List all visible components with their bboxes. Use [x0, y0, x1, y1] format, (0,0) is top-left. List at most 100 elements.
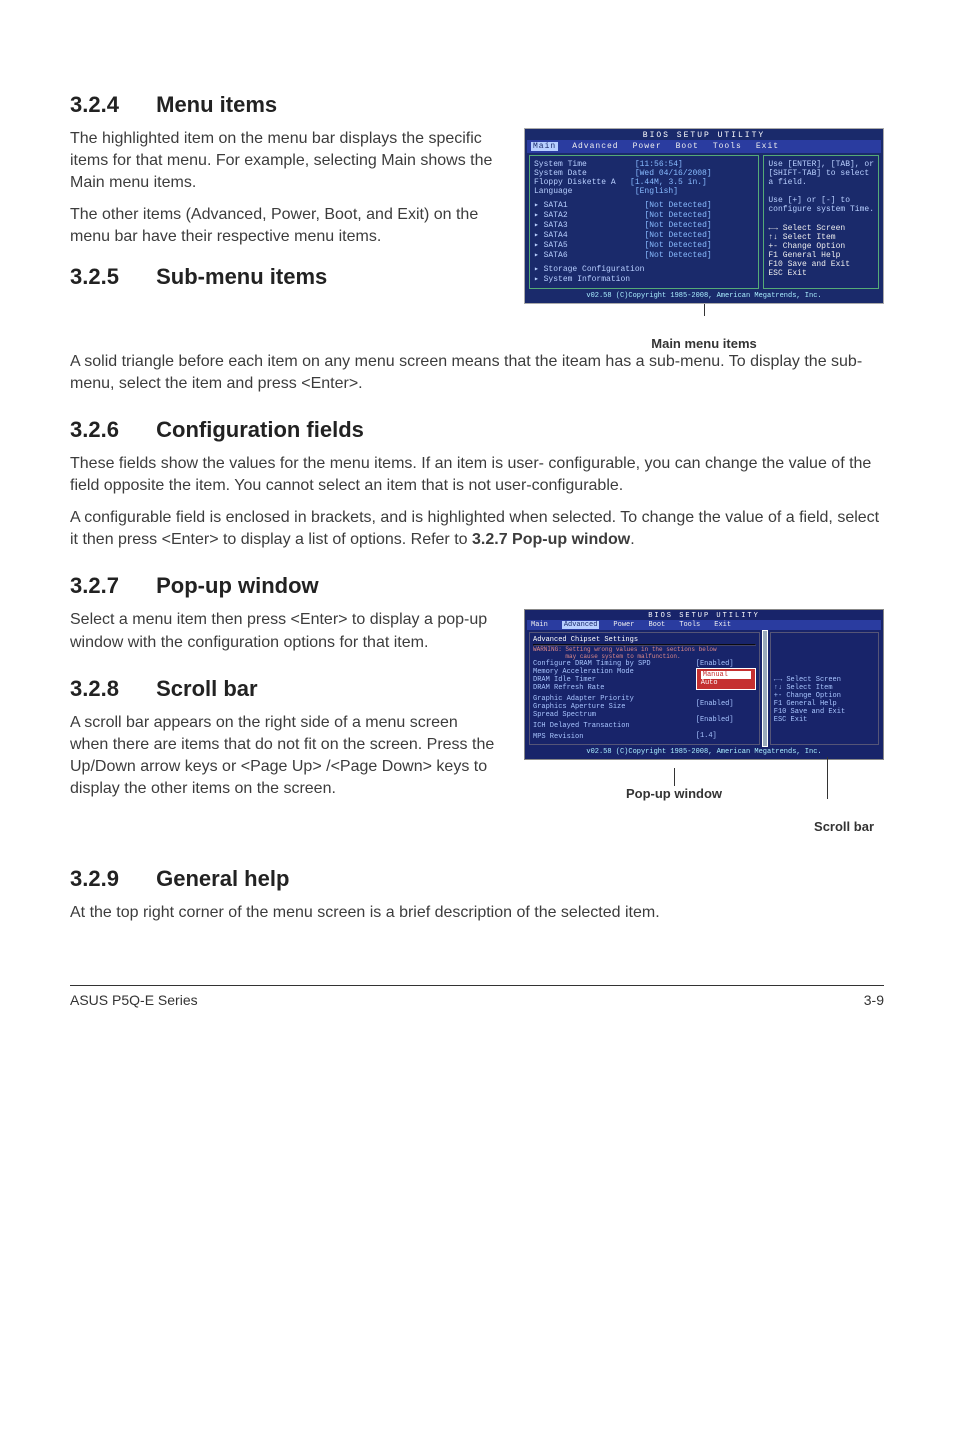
sect-num: 3.2.4 — [70, 92, 150, 118]
bios-submenu: System Information — [534, 274, 754, 284]
para-328-1: A scroll bar appears on the right side o… — [70, 712, 500, 800]
bios-item: System Time — [534, 160, 587, 169]
bios-value: [Not Detected] — [644, 211, 711, 220]
para-324-2: The other items (Advanced, Power, Boot, … — [70, 204, 504, 248]
bios-item: SATA6 — [544, 251, 568, 260]
figure-caption-main-menu: Main menu items — [524, 336, 884, 351]
bios-value: [Not Detected] — [644, 241, 711, 250]
heading-326: 3.2.6 Configuration fields — [70, 417, 884, 443]
para-329-1: At the top right corner of the menu scre… — [70, 902, 884, 924]
tab: Boot — [648, 621, 665, 629]
popup-option: Auto — [701, 679, 751, 687]
nav-line: +- Change Option — [768, 242, 874, 251]
bios-item: SATA3 — [544, 221, 568, 230]
tab-boot: Boot — [676, 142, 699, 151]
sect-title: Pop-up window — [156, 573, 319, 598]
bios-item: DRAM Idle Timer — [533, 676, 696, 684]
tab-power: Power — [633, 142, 662, 151]
bios-value: [Not Detected] — [644, 221, 711, 230]
help-line: [SHIFT-TAB] to select — [768, 169, 874, 178]
tab: Tools — [679, 621, 700, 629]
bios-value: [11:56:54] — [635, 160, 683, 169]
para-324-1: The highlighted item on the menu bar dis… — [70, 128, 504, 194]
bios-submenu: Storage Configuration — [534, 264, 754, 274]
tab-exit: Exit — [756, 142, 779, 151]
sect-title: Scroll bar — [156, 676, 257, 701]
bios-value: [Not Detected] — [644, 231, 711, 240]
figure-caption-scrollbar: Scroll bar — [524, 819, 884, 834]
scroll-bar — [762, 630, 768, 747]
bios-main-screenshot: BIOS SETUP UTILITY Main Advanced Power B… — [524, 128, 884, 304]
bios-menu-bar: Main Advanced Power Boot Tools Exit — [527, 620, 881, 630]
bios-footer: v02.58 (C)Copyright 1985-2008, American … — [527, 291, 881, 301]
bios-value: [Enabled] — [696, 660, 756, 668]
bios-item: Graphics Aperture Size — [533, 703, 696, 711]
bios-help-panel: Use [ENTER], [TAB], or [SHIFT-TAB] to se… — [763, 155, 879, 289]
nav-line: F1 General Help — [768, 251, 874, 260]
sect-title: Menu items — [156, 92, 277, 117]
help-line: a field. — [768, 178, 874, 187]
panel-header: Advanced Chipset Settings — [533, 636, 756, 644]
bios-nav-panel: ←→ Select Screen ↑↓ Select Item +- Chang… — [770, 632, 879, 745]
sect-num: 3.2.6 — [70, 417, 150, 443]
bios-value: [English] — [635, 187, 678, 196]
sect-num: 3.2.8 — [70, 676, 150, 702]
warning-text: WARNING: Setting wrong values in the sec… — [533, 646, 756, 660]
bios-value: [Wed 04/16/2008] — [635, 169, 712, 178]
nav-line: ←→ Select Screen — [774, 676, 875, 684]
help-line: configure system Time. — [768, 205, 874, 214]
heading-324: 3.2.4 Menu items — [70, 92, 884, 118]
bios-item: Floppy Diskette A — [534, 178, 616, 187]
nav-line: +- Change Option — [774, 692, 875, 700]
bios-item: System Date — [534, 169, 587, 178]
bios-item: SATA5 — [544, 241, 568, 250]
tab: Exit — [714, 621, 731, 629]
sect-num: 3.2.9 — [70, 866, 150, 892]
bios-item: Language — [534, 187, 572, 196]
heading-329: 3.2.9 General help — [70, 866, 884, 892]
bios-main-panel: System Time [11:56:54] System Date [Wed … — [529, 155, 759, 289]
para-326-2: A configurable field is enclosed in brac… — [70, 507, 884, 551]
popup-box: Manual Auto — [696, 668, 756, 690]
nav-line: ↑↓ Select Item — [768, 233, 874, 242]
heading-325: 3.2.5 Sub-menu items — [70, 264, 504, 290]
bios-banner: BIOS SETUP UTILITY — [527, 131, 881, 140]
bios-value: [Enabled] — [696, 700, 756, 708]
sect-title: General help — [156, 866, 289, 891]
help-line: Use [ENTER], [TAB], or — [768, 160, 874, 169]
sect-title: Sub-menu items — [156, 264, 327, 289]
bios-value: [1.4] — [696, 732, 756, 740]
bios-item: SATA1 — [544, 201, 568, 210]
sect-num: 3.2.5 — [70, 264, 150, 290]
bios-advanced-panel: Advanced Chipset Settings WARNING: Setti… — [529, 632, 760, 745]
tab: Power — [613, 621, 634, 629]
bios-value: [1.44M, 3.5 in.] — [630, 178, 707, 187]
nav-line: ESC Exit — [774, 716, 875, 724]
tab-advanced: Advanced — [572, 142, 618, 151]
footer-right: 3-9 — [864, 992, 884, 1008]
bios-menu-bar: Main Advanced Power Boot Tools Exit — [527, 140, 881, 153]
para-325-1: A solid triangle before each item on any… — [70, 351, 884, 395]
nav-line: ESC Exit — [768, 269, 874, 278]
bios-item: Spread Spectrum — [533, 711, 696, 719]
bios-item: MPS Revision — [533, 733, 696, 741]
tab: Advanced — [562, 621, 600, 629]
tab-main: Main — [531, 142, 558, 151]
sect-title: Configuration fields — [156, 417, 364, 442]
tab-tools: Tools — [713, 142, 742, 151]
help-line: Use [+] or [-] to — [768, 196, 874, 205]
nav-line: F1 General Help — [774, 700, 875, 708]
bios-item: DRAM Refresh Rate — [533, 684, 696, 692]
popup-option: Manual — [701, 671, 751, 679]
nav-line: F10 Save and Exit — [768, 260, 874, 269]
footer-left: ASUS P5Q-E Series — [70, 992, 198, 1008]
bios-item: Memory Acceleration Mode — [533, 668, 696, 676]
tab: Main — [531, 621, 548, 629]
nav-line: ←→ Select Screen — [768, 224, 874, 233]
bios-item: SATA4 — [544, 231, 568, 240]
bios-value: [Not Detected] — [644, 251, 711, 260]
heading-327: 3.2.7 Pop-up window — [70, 573, 884, 599]
figure-caption-popup: Pop-up window — [464, 786, 884, 801]
bios-item: SATA2 — [544, 211, 568, 220]
para-327-1: Select a menu item then press <Enter> to… — [70, 609, 490, 653]
